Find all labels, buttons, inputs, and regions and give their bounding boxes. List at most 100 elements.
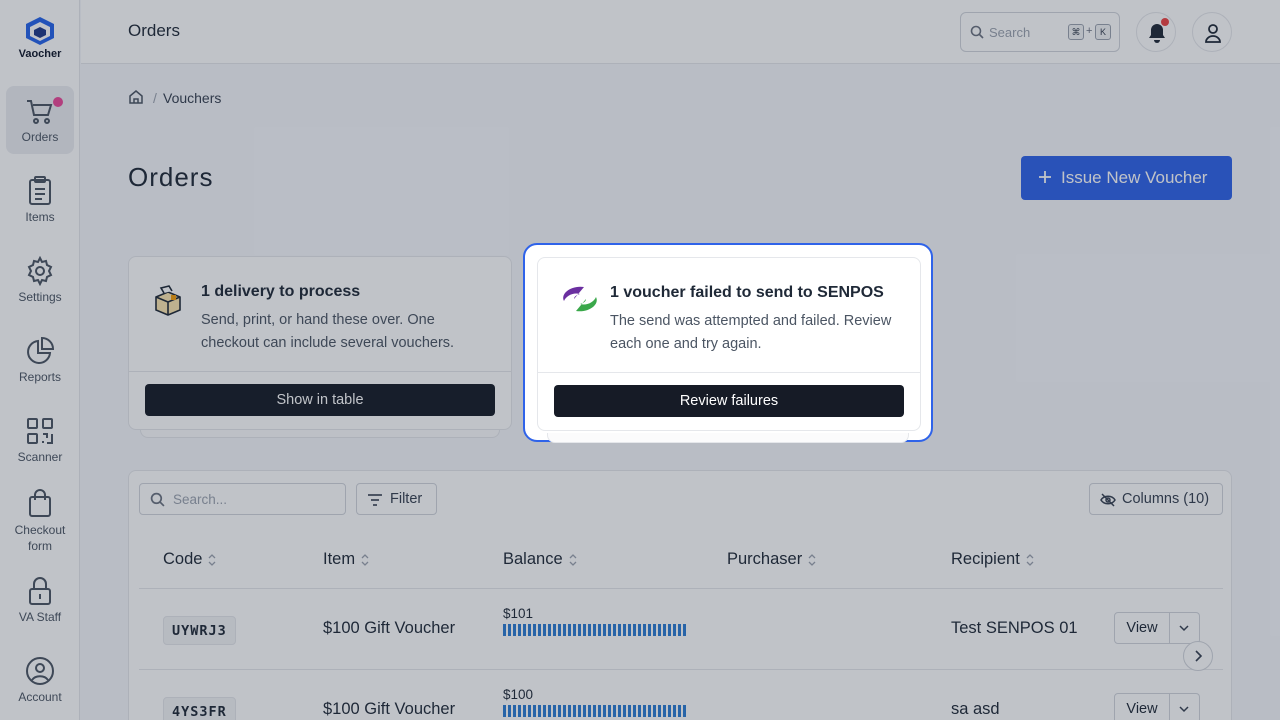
page-title: Orders [128,162,214,192]
sort-icon [361,553,369,566]
eye-off-icon [1100,493,1116,507]
columns-label: Columns (10) [1122,491,1210,507]
balance-amount: $100 [503,687,534,702]
table-row[interactable]: 4YS3FR $100 Gift Voucher $100 sa asd Vie… [139,670,1223,720]
sidebar-item-label: Reports [18,370,62,384]
sidebar-item-reports[interactable]: Reports [6,336,74,386]
column-header-recipient[interactable]: Recipient [951,550,1034,569]
senpos-card-title: 1 voucher failed to send to SENPOS [610,284,884,301]
sidebar-item-label: VA Staff [18,610,62,624]
shopping-bag-icon [29,489,51,517]
sidebar-item-label: Settings [18,290,62,304]
shortcut-key-k: K [1095,24,1111,40]
clipboard-icon [29,176,51,205]
sort-icon [808,553,816,566]
chevron-right-icon [1195,650,1203,662]
columns-button[interactable]: Columns (10) [1089,483,1223,515]
qr-scanner-icon [27,418,53,444]
column-header-label: Code [163,550,203,568]
sidebar-item-items[interactable]: Items [6,176,74,226]
row-actions-dropdown[interactable] [1170,693,1200,720]
cart-icon [27,100,53,124]
header-title: Orders [128,21,180,40]
sort-icon [569,553,577,566]
card-stack-shadow [547,433,909,443]
table-header: Code Item Balance Purchaser Recipient [139,531,1223,589]
sidebar-item-label: Checkout form [14,523,66,553]
global-search-input[interactable]: Search ⌘ + K [960,12,1120,52]
chevron-down-icon [1179,706,1189,713]
scroll-right-button[interactable] [1183,641,1213,671]
orders-badge [53,97,63,107]
column-header-code[interactable]: Code [163,550,216,569]
user-menu-button[interactable] [1192,12,1232,52]
breadcrumb-current[interactable]: Vouchers [163,90,221,106]
home-icon[interactable] [128,89,144,105]
column-header-label: Balance [503,550,563,568]
column-header-label: Purchaser [727,550,803,568]
item-cell: $100 Gift Voucher [323,700,456,718]
senpos-failure-card: 1 voucher failed to send to SENPOS The s… [537,257,921,431]
table-search-input[interactable]: Search... [139,483,346,515]
chevron-down-icon [1179,625,1189,632]
item-cell: $100 Gift Voucher [323,619,456,637]
card-divider [129,371,511,372]
table-row[interactable]: UYWRJ3 $100 Gift Voucher $101 Test SENPO… [139,589,1223,670]
view-button[interactable]: View [1114,612,1170,644]
notification-dot [1161,18,1169,26]
sidebar-item-account[interactable]: Account [6,656,74,706]
recipient-cell: sa asd [951,700,1000,718]
recipient-cell: Test SENPOS 01 [951,619,1078,637]
sidebar-item-label: Orders [21,130,59,144]
filter-button[interactable]: Filter [356,483,437,515]
shortcut-key-cmd: ⌘ [1068,24,1084,40]
top-header: Orders Search ⌘ + K [81,0,1280,64]
column-header-item[interactable]: Item [323,550,369,569]
column-header-label: Item [323,550,356,568]
logo[interactable]: Vaocher [0,16,80,60]
plus-icon [1039,171,1051,183]
column-header-purchaser[interactable]: Purchaser [727,550,816,569]
breadcrumb-separator: / [153,90,157,106]
tour-highlight: 1 voucher failed to send to SENPOS The s… [523,243,933,443]
voucher-code[interactable]: UYWRJ3 [163,616,236,645]
search-icon [970,25,984,39]
sidebar-item-orders[interactable]: Orders [6,86,74,154]
search-placeholder: Search [989,25,1031,40]
view-button[interactable]: View [1114,693,1170,720]
sidebar-item-settings[interactable]: Settings [6,256,74,306]
row-actions-dropdown[interactable] [1170,612,1200,644]
sidebar-item-scanner[interactable]: Scanner [6,416,74,466]
delivery-card: 1 delivery to process Send, print, or ha… [128,256,512,430]
balance-amount: $101 [503,606,534,621]
review-failures-button[interactable]: Review failures [554,385,904,417]
sidebar-item-checkout-form[interactable]: Checkout form [6,488,74,554]
sort-icon [1026,553,1034,566]
vaocher-logo-icon [26,17,54,45]
sidebar: Vaocher Orders Items Settings Reports Sc… [0,0,80,720]
user-icon [1205,24,1221,43]
delivery-card-description: Send, print, or hand these over. One che… [201,312,455,351]
sidebar-item-va-staff[interactable]: VA Staff [6,576,74,626]
logo-text: Vaocher [18,48,62,60]
sidebar-item-label: Items [25,210,55,224]
box-icon [155,285,181,316]
gear-icon [27,256,53,286]
vouchers-table-panel: Search... Filter Columns (10) Code Item … [128,470,1232,720]
card-divider [538,372,920,373]
delivery-card-title: 1 delivery to process [201,283,361,300]
senpos-card-description: The send was attempted and failed. Revie… [610,313,892,352]
sidebar-item-label: Account [18,690,62,704]
column-header-balance[interactable]: Balance [503,550,577,569]
issue-new-voucher-button[interactable]: Issue New Voucher [1021,156,1232,200]
balance-bar [503,705,687,717]
show-in-table-button[interactable]: Show in table [145,384,495,416]
issue-new-voucher-label: Issue New Voucher [1061,168,1208,187]
voucher-code[interactable]: 4YS3FR [163,697,236,720]
column-header-label: Recipient [951,550,1020,568]
search-icon [150,492,165,507]
table-search-placeholder: Search... [173,492,228,507]
sort-icon [208,553,216,566]
notifications-button[interactable] [1136,12,1176,52]
lock-icon [29,577,51,605]
